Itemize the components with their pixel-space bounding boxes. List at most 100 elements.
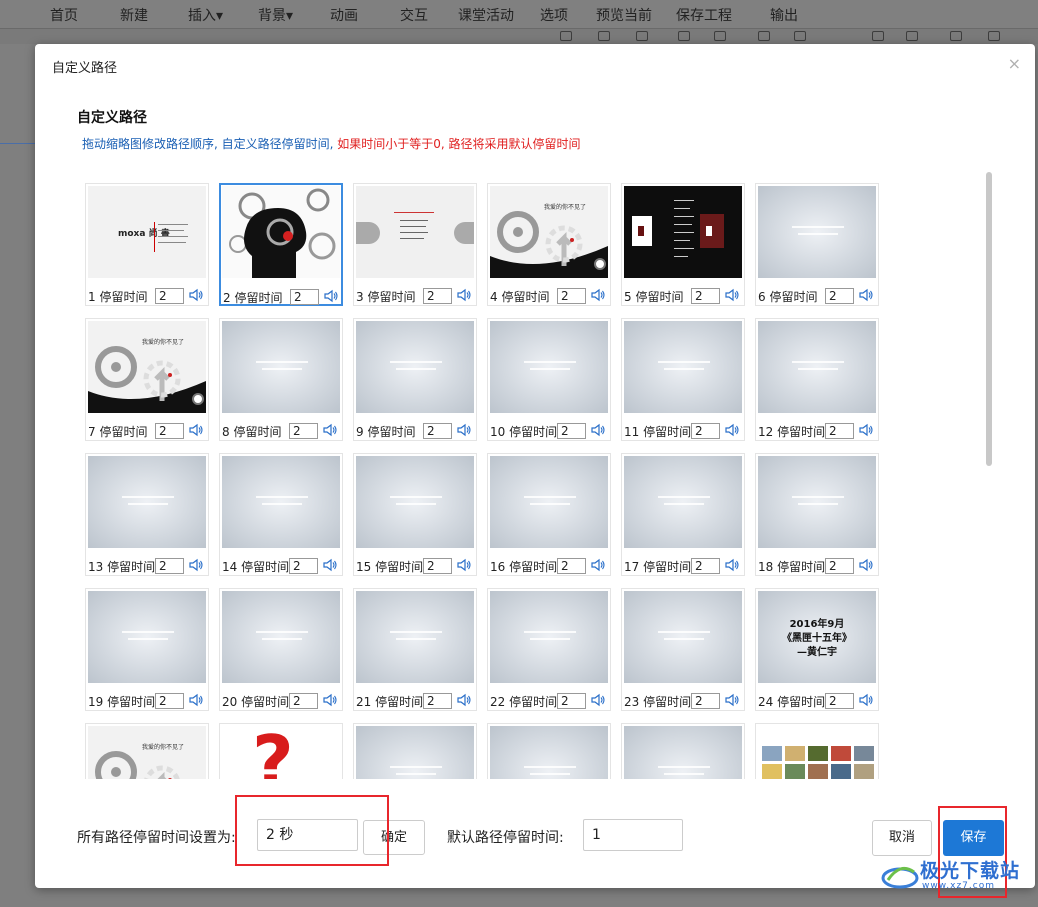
default-duration-input[interactable]: 1	[583, 819, 683, 851]
slide-duration-input[interactable]: 2	[155, 423, 184, 439]
speaker-icon[interactable]	[725, 288, 739, 302]
speaker-icon[interactable]	[457, 558, 471, 572]
slide-card[interactable]: 14 停留时间 2	[219, 453, 343, 576]
slide-duration-input[interactable]: 2	[691, 423, 720, 439]
slide-card[interactable]	[353, 723, 477, 779]
tool-icon[interactable]	[950, 31, 962, 41]
slide-card[interactable]: 16 停留时间 2	[487, 453, 611, 576]
tool-icon[interactable]	[794, 31, 806, 41]
speaker-icon[interactable]	[189, 423, 203, 437]
slide-card[interactable]: 17 停留时间 2	[621, 453, 745, 576]
speaker-icon[interactable]	[725, 423, 739, 437]
slide-card[interactable]: 2 停留时间 2	[219, 183, 343, 306]
slide-duration-input[interactable]: 2	[557, 288, 586, 304]
slide-card[interactable]: 22 停留时间 2	[487, 588, 611, 711]
speaker-icon[interactable]	[457, 693, 471, 707]
slide-card[interactable]: 20 停留时间 2	[219, 588, 343, 711]
slide-card[interactable]: 2016年9月 《黑匣十五年》 —黄仁宇 24 停留时间 2	[755, 588, 879, 711]
slide-card[interactable]: 8 停留时间 2	[219, 318, 343, 441]
tool-icon[interactable]	[988, 31, 1000, 41]
slide-duration-input[interactable]: 2	[155, 558, 184, 574]
slide-card[interactable]: 我爱的你不见了 7 停留时间 2	[85, 318, 209, 441]
slide-duration-input[interactable]: 2	[155, 288, 184, 304]
speaker-icon[interactable]	[457, 423, 471, 437]
menu-animation[interactable]: 动画	[330, 5, 358, 25]
slide-duration-input[interactable]: 2	[423, 558, 452, 574]
menu-class-activity[interactable]: 课堂活动	[458, 5, 514, 25]
slide-duration-input[interactable]: 2	[825, 693, 854, 709]
speaker-icon[interactable]	[859, 558, 873, 572]
tool-icon[interactable]	[678, 31, 690, 41]
menu-preview-current[interactable]: 预览当前	[596, 5, 652, 25]
slide-duration-input[interactable]: 2	[825, 558, 854, 574]
speaker-icon[interactable]	[591, 423, 605, 437]
speaker-icon[interactable]	[859, 423, 873, 437]
speaker-icon[interactable]	[324, 289, 338, 303]
menu-insert[interactable]: 插入▾	[188, 5, 223, 25]
slide-card[interactable]: 13 停留时间 2	[85, 453, 209, 576]
speaker-icon[interactable]	[323, 423, 337, 437]
slide-duration-input[interactable]: 2	[290, 289, 319, 305]
speaker-icon[interactable]	[591, 288, 605, 302]
slide-card[interactable]: 23 停留时间 2	[621, 588, 745, 711]
slide-card[interactable]: ?	[219, 723, 343, 779]
tool-icon[interactable]	[598, 31, 610, 41]
menu-background[interactable]: 背景▾	[258, 5, 293, 25]
slide-duration-input[interactable]: 2	[691, 558, 720, 574]
slide-duration-input[interactable]: 2	[691, 693, 720, 709]
slide-card[interactable]: 18 停留时间 2	[755, 453, 879, 576]
cancel-button[interactable]: 取消	[872, 820, 932, 856]
slide-duration-input[interactable]: 2	[155, 693, 184, 709]
slide-card[interactable]: 11 停留时间 2	[621, 318, 745, 441]
slide-card[interactable]: moxa 尚 書 1 停留时间 2	[85, 183, 209, 306]
tool-icon[interactable]	[758, 31, 770, 41]
tool-icon[interactable]	[906, 31, 918, 41]
vertical-scrollbar[interactable]	[986, 172, 992, 466]
menu-options[interactable]: 选项	[540, 5, 568, 25]
slide-card[interactable]	[621, 723, 745, 779]
slide-duration-input[interactable]: 2	[825, 423, 854, 439]
slide-duration-input[interactable]: 2	[289, 558, 318, 574]
slide-duration-input[interactable]: 2	[557, 423, 586, 439]
speaker-icon[interactable]	[859, 288, 873, 302]
slide-card[interactable]: 15 停留时间 2	[353, 453, 477, 576]
slide-duration-input[interactable]: 2	[423, 423, 452, 439]
slide-card[interactable]: 5 停留时间 2	[621, 183, 745, 306]
speaker-icon[interactable]	[591, 558, 605, 572]
slide-card[interactable]	[755, 723, 879, 779]
menu-new[interactable]: 新建	[120, 5, 148, 25]
slide-duration-input[interactable]: 2	[289, 693, 318, 709]
speaker-icon[interactable]	[725, 693, 739, 707]
menu-save-project[interactable]: 保存工程	[676, 5, 732, 25]
slide-card[interactable]: 21 停留时间 2	[353, 588, 477, 711]
slide-duration-input[interactable]: 2	[423, 288, 452, 304]
speaker-icon[interactable]	[189, 693, 203, 707]
speaker-icon[interactable]	[457, 288, 471, 302]
slide-duration-input[interactable]: 2	[557, 693, 586, 709]
slide-card[interactable]: 我爱的你不见了	[85, 723, 209, 779]
slide-card[interactable]: 3 停留时间 2	[353, 183, 477, 306]
speaker-icon[interactable]	[725, 558, 739, 572]
slide-duration-input[interactable]: 2	[691, 288, 720, 304]
menu-output[interactable]: 输出	[770, 5, 798, 25]
tool-icon[interactable]	[636, 31, 648, 41]
menu-home[interactable]: 首页	[50, 5, 78, 25]
tool-icon[interactable]	[872, 31, 884, 41]
tool-icon[interactable]	[560, 31, 572, 41]
speaker-icon[interactable]	[323, 558, 337, 572]
slide-card[interactable]: 10 停留时间 2	[487, 318, 611, 441]
speaker-icon[interactable]	[323, 693, 337, 707]
speaker-icon[interactable]	[189, 288, 203, 302]
speaker-icon[interactable]	[591, 693, 605, 707]
menu-interaction[interactable]: 交互	[400, 5, 428, 25]
slide-card[interactable]: 12 停留时间 2	[755, 318, 879, 441]
slide-card[interactable]: 我爱的你不见了 4 停留时间 2	[487, 183, 611, 306]
speaker-icon[interactable]	[859, 693, 873, 707]
slide-duration-input[interactable]: 2	[289, 423, 318, 439]
slide-card[interactable]: 6 停留时间 2	[755, 183, 879, 306]
slide-card[interactable]	[487, 723, 611, 779]
tool-icon[interactable]	[714, 31, 726, 41]
speaker-icon[interactable]	[189, 558, 203, 572]
slide-duration-input[interactable]: 2	[423, 693, 452, 709]
slide-duration-input[interactable]: 2	[825, 288, 854, 304]
